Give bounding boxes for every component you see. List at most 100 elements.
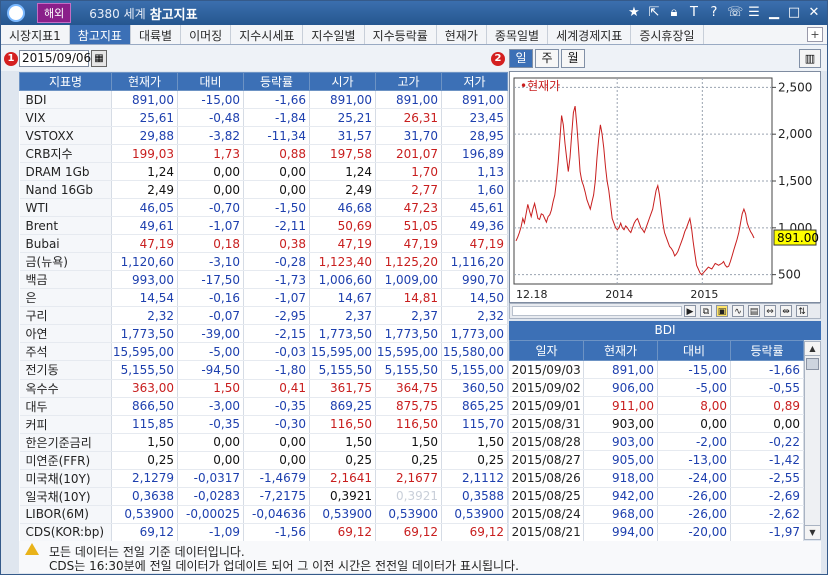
table-row[interactable]: Bubai 47,19 0,18 0,38 47,19 47,19 47,19 — [19, 234, 508, 254]
cell-cur: 993,00 — [111, 270, 178, 290]
column-header[interactable]: 현재가 — [111, 72, 178, 91]
table-row[interactable]: 2015/08/28 903,00 -2,00 -0,22 — [509, 432, 804, 452]
maximize-icon[interactable]: □ — [787, 4, 801, 22]
table-row[interactable]: BDI 891,00 -15,00 -1,66 891,00 891,00 891,00 — [19, 90, 508, 110]
table-row[interactable]: 아연 1,773,50 -39,00 -2,15 1,773,50 1,773,50 1,7… — [19, 324, 508, 344]
cell-cur: 1,50 — [111, 433, 178, 452]
tab-10[interactable]: 증시휴장일 — [631, 25, 704, 44]
tab-7[interactable]: 현재가 — [437, 25, 487, 44]
table-row[interactable]: DRAM 1Gb 1,24 0,00 0,00 1,24 1,70 1,13 — [19, 162, 508, 182]
arrow-right-icon[interactable]: ▶ — [684, 305, 696, 317]
table-row[interactable]: 백금 993,00 -17,50 -1,73 1,006,60 1,009,00 990,7… — [19, 270, 508, 290]
column-header[interactable]: 등락률 — [243, 72, 310, 91]
star-icon[interactable]: ★ — [627, 4, 641, 22]
table-row[interactable]: 2015/08/27 905,00 -13,00 -1,42 — [509, 450, 804, 470]
list-icon[interactable]: ☰ — [747, 4, 761, 22]
cell-chg: -15,00 — [177, 90, 244, 110]
column-header[interactable]: 저가 — [441, 72, 508, 91]
table-row[interactable]: LIBOR(6M) 0,53900 -0,00025 -0,04636 0,53900 0… — [19, 505, 508, 524]
chart-type-icon[interactable]: ▥ — [799, 49, 821, 68]
table-row[interactable]: 2015/08/31 903,00 0,00 0,00 — [509, 414, 804, 434]
table-row[interactable]: 미연준(FFR) 0,25 0,00 0,00 0,25 0,25 0,25 — [19, 451, 508, 470]
table-row[interactable]: 2015/08/24 968,00 -26,00 -2,62 — [509, 505, 804, 524]
table-row[interactable]: 금(뉴욕) 1,120,60 -3,10 -0,28 1,123,40 1,125,20 1… — [19, 252, 508, 272]
table-row[interactable]: 2015/08/25 942,00 -26,00 -2,69 — [509, 487, 804, 506]
period-week-button[interactable]: 주 — [535, 49, 559, 68]
scroll-down-icon[interactable]: ▼ — [805, 525, 820, 539]
fit-icon[interactable]: ⇔ — [764, 305, 776, 317]
zoom-out-icon[interactable]: ⇅ — [796, 305, 808, 317]
chart-scroll-track[interactable] — [512, 306, 682, 316]
add-tab-button[interactable]: + — [807, 27, 823, 42]
period-month-button[interactable]: 월 — [561, 49, 585, 68]
table-row[interactable]: 구리 2,32 -0,07 -2,95 2,37 2,37 2,32 — [19, 306, 508, 326]
date-field[interactable]: 2015/09/06 — [19, 50, 91, 67]
column-header[interactable]: 지표명 — [19, 72, 112, 91]
zoom-in-icon[interactable]: ⇹ — [780, 305, 792, 317]
tab-1[interactable]: 참고지표 — [69, 25, 131, 44]
column-header[interactable]: 등락률 — [730, 340, 804, 361]
side-table-scrollbar[interactable]: ▲ ▼ — [804, 341, 821, 540]
table-row[interactable]: 한은기준금리 1,50 0,00 0,00 1,50 1,50 1,50 — [19, 433, 508, 452]
table-row[interactable]: Brent 49,61 -1,07 -2,11 50,69 51,05 49,36 — [19, 216, 508, 236]
tab-6[interactable]: 지수등락률 — [365, 25, 437, 44]
cell-cur: 2,1279 — [111, 469, 178, 488]
text-icon[interactable]: T — [687, 4, 701, 22]
tooltip-icon[interactable]: ▣ — [716, 305, 728, 317]
tab-5[interactable]: 지수일별 — [303, 25, 365, 44]
column-header[interactable]: 대비 — [657, 340, 731, 361]
table-row[interactable]: CDS(KOR:bp) 69,12 -1,09 -1,56 69,12 69,12 69,1… — [19, 523, 508, 542]
scroll-thumb[interactable] — [806, 358, 819, 370]
lock-icon[interactable]: 🔒︎ — [667, 4, 681, 22]
help-icon[interactable]: ? — [707, 4, 721, 22]
calendar-icon[interactable]: ▦ — [91, 50, 107, 67]
table-row[interactable]: 2015/08/26 918,00 -24,00 -2,55 — [509, 469, 804, 488]
cell-cur: 199,03 — [111, 144, 178, 164]
tab-4[interactable]: 지수시세표 — [231, 25, 304, 44]
table-row[interactable]: 주석 15,595,00 -5,00 -0,03 15,595,00 15,595,00 1… — [19, 342, 508, 362]
table-row[interactable]: 미국채(10Y) 2,1279 -0,0317 -1,4679 2,1641 2,1677… — [19, 469, 508, 488]
table-row[interactable]: 전기동 5,155,50 -94,50 -1,80 5,155,50 5,155,50 5,… — [19, 360, 508, 380]
export-icon[interactable]: ⇱ — [647, 4, 661, 22]
chart-scrollbar[interactable]: ▶ ⧉ ▣ ∿ ▤ ⇔ ⇹ ⇅ — [509, 303, 821, 319]
minimize-icon[interactable]: ▁ — [767, 4, 781, 22]
tab-9[interactable]: 세계경제지표 — [548, 25, 632, 44]
phone-icon[interactable]: ☏ — [727, 4, 743, 22]
copy-icon[interactable]: ⧉ — [700, 305, 712, 317]
table-row[interactable]: CRB지수 199,03 1,73 0,88 197,58 201,07 196,89 — [19, 144, 508, 164]
table-row[interactable]: 2015/08/21 994,00 -20,00 -1,97 — [509, 523, 804, 542]
column-header[interactable]: 현재가 — [583, 340, 658, 361]
tab-2[interactable]: 대륙별 — [131, 25, 182, 44]
bar-icon[interactable]: ▤ — [748, 305, 760, 317]
table-row[interactable]: 대두 866,50 -3,00 -0,35 869,25 875,75 865,25 — [19, 397, 508, 416]
period-day-button[interactable]: 일 — [509, 49, 533, 68]
column-header[interactable]: 고가 — [375, 72, 442, 91]
tab-3[interactable]: 이머징 — [181, 25, 232, 44]
table-row[interactable]: Nand 16Gb 2,49 0,00 0,00 2,49 2,77 1,60 — [19, 180, 508, 200]
table-row[interactable]: VSTOXX 29,88 -3,82 -11,34 31,57 31,70 28,95 — [19, 126, 508, 146]
cell-high: 891,00 — [375, 90, 442, 110]
table-row[interactable]: 2015/09/01 911,00 8,00 0,89 — [509, 396, 804, 416]
column-header[interactable]: 시가 — [309, 72, 376, 91]
table-row[interactable]: WTI 46,05 -0,70 -1,50 46,68 47,23 45,61 — [19, 198, 508, 218]
column-header[interactable]: 대비 — [177, 72, 244, 91]
table-row[interactable]: VIX 25,61 -0,48 -1,84 25,21 26,31 23,45 — [19, 108, 508, 128]
cell-low: 28,95 — [441, 126, 508, 146]
table-row[interactable]: 옥수수 363,00 1,50 0,41 361,75 364,75 360,50 — [19, 379, 508, 398]
overseas-badge: 해외 — [37, 3, 72, 23]
tab-0[interactable]: 시장지표1 — [1, 25, 70, 44]
column-header[interactable]: 일자 — [509, 340, 584, 361]
table-row[interactable]: 은 14,54 -0,16 -1,07 14,67 14,81 14,50 — [19, 288, 508, 308]
cell-chg: 1,73 — [177, 144, 244, 164]
table-row[interactable]: 2015/09/02 906,00 -5,00 -0,55 — [509, 378, 804, 398]
tab-8[interactable]: 종목일별 — [487, 25, 549, 44]
cell-chg: -3,10 — [177, 252, 244, 272]
scroll-up-icon[interactable]: ▲ — [805, 342, 820, 356]
cell-low: 865,25 — [441, 397, 508, 416]
close-icon[interactable]: ✕ — [807, 4, 821, 22]
table-row[interactable]: 2015/09/03 891,00 -15,00 -1,66 — [509, 360, 804, 380]
table-row[interactable]: 커피 115,85 -0,35 -0,30 116,50 116,50 115,70 — [19, 415, 508, 434]
tilde-icon[interactable]: ∿ — [732, 305, 744, 317]
table-row[interactable]: 일국채(10Y) 0,3638 -0,0283 -7,2175 0,3921 0,3921… — [19, 487, 508, 506]
price-chart[interactable]: 2,500 2,000 1,500 1,000 500 12.18 2014 2015 •현재가… — [509, 71, 821, 303]
